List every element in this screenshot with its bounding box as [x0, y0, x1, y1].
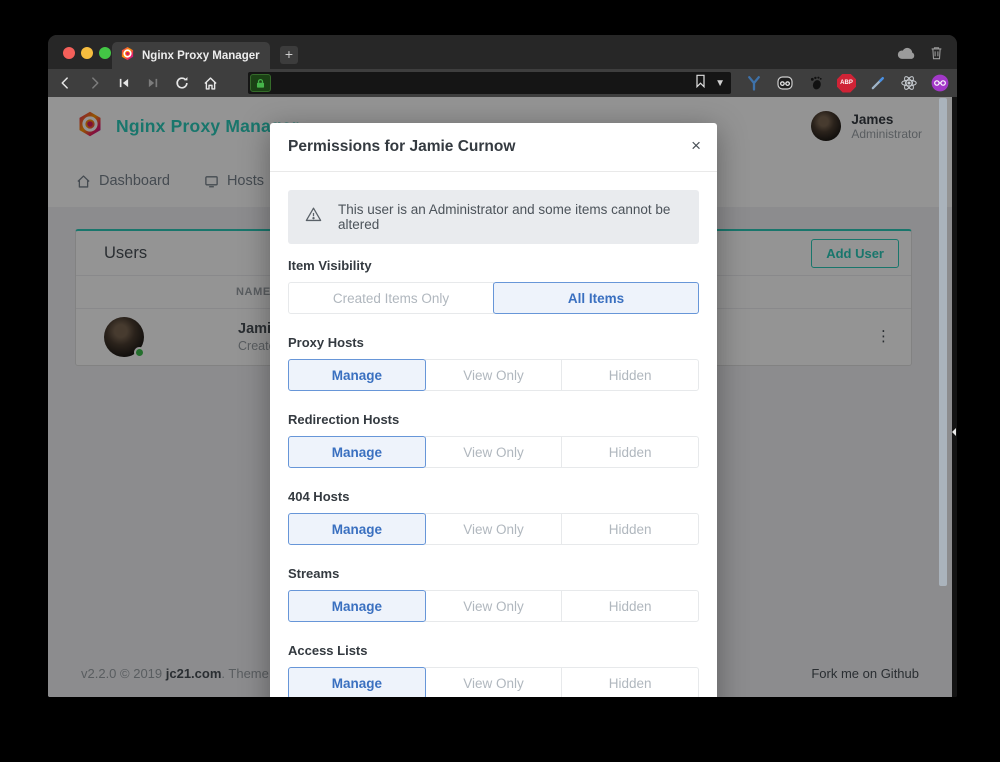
close-modal-button[interactable]: ×: [691, 136, 701, 156]
browser-window: Nginx Proxy Manager +: [48, 35, 957, 697]
option-hidden[interactable]: Hidden: [561, 667, 699, 697]
group-label: Redirection Hosts: [288, 412, 699, 427]
back-button[interactable]: [58, 75, 73, 91]
segmented-control: Created Items OnlyAll Items: [288, 282, 699, 314]
permission-group-item-visibility: Item Visibility Created Items OnlyAll Ite…: [288, 258, 699, 314]
forward-button[interactable]: [87, 75, 102, 91]
modal-header: Permissions for Jamie Curnow ×: [270, 123, 717, 172]
browser-toolbar: ▼ ABP: [48, 69, 957, 97]
modal-groups: Item Visibility Created Items OnlyAll Ite…: [288, 258, 699, 697]
permissions-modal: Permissions for Jamie Curnow × This user…: [270, 123, 717, 697]
browser-tab[interactable]: Nginx Proxy Manager: [112, 42, 270, 69]
option-view-only[interactable]: View Only: [425, 436, 563, 468]
option-view-only[interactable]: View Only: [425, 513, 563, 545]
cloud-sync-icon[interactable]: [896, 46, 916, 65]
segmented-control: ManageView OnlyHidden: [288, 359, 699, 391]
option-view-only[interactable]: View Only: [425, 667, 563, 697]
admin-alert: This user is an Administrator and some i…: [288, 190, 699, 244]
titlebar-actions: [896, 45, 943, 66]
adblock-plus-icon[interactable]: ABP: [837, 74, 856, 93]
purple-mascot-icon[interactable]: [930, 74, 949, 93]
new-tab-button[interactable]: +: [280, 46, 298, 64]
option-all-items[interactable]: All Items: [493, 282, 699, 314]
option-manage[interactable]: Manage: [288, 590, 426, 622]
option-manage[interactable]: Manage: [288, 436, 426, 468]
warning-triangle-icon: [304, 205, 323, 229]
tab-title: Nginx Proxy Manager: [142, 50, 260, 62]
permission-group-access-lists: Access Lists ManageView OnlyHidden: [288, 643, 699, 697]
atom-icon[interactable]: [899, 74, 918, 93]
fast-forward-button[interactable]: [145, 75, 160, 91]
alert-text: This user is an Administrator and some i…: [338, 202, 683, 232]
option-hidden[interactable]: Hidden: [561, 513, 699, 545]
ssl-padlock-icon[interactable]: [250, 74, 271, 92]
group-label: Access Lists: [288, 643, 699, 658]
rewind-button[interactable]: [116, 75, 131, 91]
modal-title: Permissions for Jamie Curnow: [288, 138, 515, 156]
maximize-window-button[interactable]: [99, 47, 111, 59]
permission-group-404-hosts: 404 Hosts ManageView OnlyHidden: [288, 489, 699, 545]
page-scrollbar-thumb[interactable]: [939, 98, 947, 586]
bookmark-caret-down-icon[interactable]: ▼: [715, 78, 725, 89]
group-label: Streams: [288, 566, 699, 581]
minimize-window-button[interactable]: [81, 47, 93, 59]
option-hidden[interactable]: Hidden: [561, 359, 699, 391]
segmented-control: ManageView OnlyHidden: [288, 436, 699, 468]
gnome-foot-icon[interactable]: [806, 74, 825, 93]
option-hidden[interactable]: Hidden: [561, 590, 699, 622]
option-manage[interactable]: Manage: [288, 667, 426, 697]
permission-group-streams: Streams ManageView OnlyHidden: [288, 566, 699, 622]
option-view-only[interactable]: View Only: [425, 359, 563, 391]
close-window-button[interactable]: [63, 47, 75, 59]
segmented-control: ManageView OnlyHidden: [288, 513, 699, 545]
segmented-control: ManageView OnlyHidden: [288, 590, 699, 622]
pen-icon[interactable]: [868, 74, 887, 93]
modal-body: This user is an Administrator and some i…: [270, 172, 717, 697]
group-label: Item Visibility: [288, 258, 699, 273]
home-button[interactable]: [203, 75, 218, 91]
segmented-control: ManageView OnlyHidden: [288, 667, 699, 697]
permission-group-redirection-hosts: Redirection Hosts ManageView OnlyHidden: [288, 412, 699, 468]
panel-toggle-arrow-icon: [952, 428, 956, 436]
permission-group-proxy-hosts: Proxy Hosts ManageView OnlyHidden: [288, 335, 699, 391]
trash-icon[interactable]: [930, 45, 943, 66]
page-viewport: Nginx Proxy Manager James Administrator …: [48, 97, 952, 697]
fork-tool-icon[interactable]: [744, 74, 763, 93]
goggles-icon[interactable]: [775, 74, 794, 93]
reload-button[interactable]: [174, 75, 189, 91]
desktop-background: Nginx Proxy Manager +: [0, 0, 1000, 762]
bookmark-flag-icon[interactable]: [695, 74, 706, 93]
browser-tab-strip: Nginx Proxy Manager +: [48, 35, 957, 69]
group-label: 404 Hosts: [288, 489, 699, 504]
window-controls: [63, 47, 111, 59]
option-hidden[interactable]: Hidden: [561, 436, 699, 468]
option-created-items-only[interactable]: Created Items Only: [288, 282, 494, 314]
extensions-bar: ABP: [744, 74, 957, 93]
option-manage[interactable]: Manage: [288, 513, 426, 545]
panel-toggle-strip[interactable]: [952, 97, 957, 697]
option-view-only[interactable]: View Only: [425, 590, 563, 622]
npm-favicon-icon: [120, 46, 135, 66]
group-label: Proxy Hosts: [288, 335, 699, 350]
address-bar[interactable]: ▼: [248, 72, 731, 94]
option-manage[interactable]: Manage: [288, 359, 426, 391]
